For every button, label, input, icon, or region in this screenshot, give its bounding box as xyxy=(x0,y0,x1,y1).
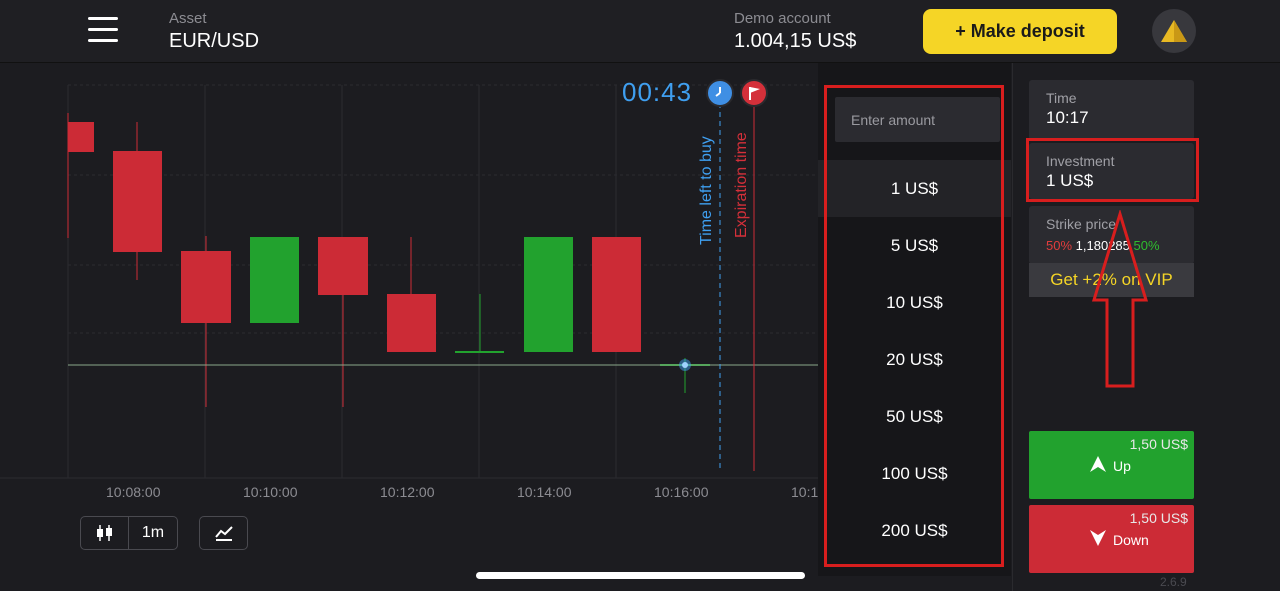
candle xyxy=(387,237,436,352)
time-value: 10:17 xyxy=(1046,108,1089,127)
menu-icon[interactable] xyxy=(88,17,118,45)
arrow-down-icon xyxy=(1090,530,1106,546)
candles-icon xyxy=(96,525,112,541)
time-tick: 10:08:00 xyxy=(106,484,161,500)
down-label: Down xyxy=(1113,532,1149,548)
amount-highlight-frame xyxy=(824,85,1004,567)
flag-icon xyxy=(740,79,768,107)
candle xyxy=(318,237,368,407)
up-label: Up xyxy=(1113,458,1131,474)
asset-selector[interactable]: EUR/USD xyxy=(169,30,259,53)
expiration-time-label: Expiration time xyxy=(733,132,750,238)
chart-type-button[interactable] xyxy=(80,516,129,550)
time-left-label: Time left to buy xyxy=(698,136,715,245)
time-label: Time xyxy=(1046,90,1077,106)
current-price-dot xyxy=(682,362,688,368)
candle xyxy=(524,237,573,352)
down-percentage: 50% xyxy=(1046,238,1073,253)
home-indicator[interactable] xyxy=(476,572,805,579)
up-button[interactable]: 1,50 US$ Up xyxy=(1029,431,1194,499)
candle xyxy=(113,122,162,280)
clock-icon xyxy=(706,79,734,107)
candle xyxy=(455,294,504,353)
account-balance[interactable]: 1.004,15 US$ xyxy=(734,30,856,53)
chart-grid xyxy=(0,84,820,479)
down-button[interactable]: 1,50 US$ Down xyxy=(1029,505,1194,573)
candle xyxy=(250,237,299,323)
time-tick: 10:10:00 xyxy=(243,484,298,500)
down-payout: 1,50 US$ xyxy=(1129,510,1188,526)
account-label: Demo account xyxy=(734,10,831,27)
timeframe-button[interactable]: 1m xyxy=(129,516,178,550)
price-chart[interactable]: 10:08:00 10:10:00 10:12:00 10:14:00 10:1… xyxy=(0,63,820,508)
candle xyxy=(181,236,231,407)
time-field[interactable]: Time 10:17 xyxy=(1029,80,1194,140)
up-payout: 1,50 US$ xyxy=(1129,436,1188,452)
time-tick: 10:14:00 xyxy=(517,484,572,500)
make-deposit-button[interactable]: + Make deposit xyxy=(923,9,1117,54)
top-bar: Asset EUR/USD Demo account 1.004,15 US$ … xyxy=(0,0,1280,63)
asset-label: Asset xyxy=(169,10,207,27)
annotation-arrow-icon xyxy=(1091,210,1149,388)
investment-highlight-frame xyxy=(1026,138,1199,202)
arrow-up-icon xyxy=(1090,456,1106,472)
time-tick: 10:16:00 xyxy=(654,484,709,500)
indicators-icon xyxy=(214,526,233,541)
indicators-button[interactable] xyxy=(199,516,248,550)
time-tick: 10:1 xyxy=(791,484,818,500)
candle xyxy=(592,237,641,352)
chart-toolbar: 1m xyxy=(80,516,248,552)
candlestick-chart: 10:08:00 10:10:00 10:12:00 10:14:00 10:1… xyxy=(0,84,820,500)
avatar[interactable] xyxy=(1152,9,1196,53)
purchase-timer: 00:43 xyxy=(622,77,693,107)
time-tick: 10:12:00 xyxy=(380,484,435,500)
version-label: 2.6.9 xyxy=(1160,575,1187,589)
triangle-logo-icon xyxy=(1161,20,1187,42)
